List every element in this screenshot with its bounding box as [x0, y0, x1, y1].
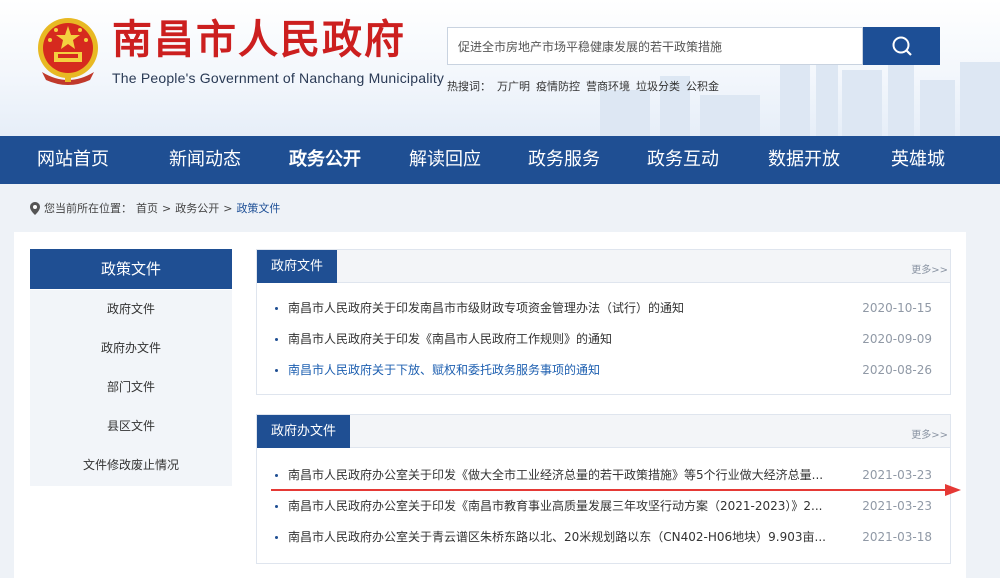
location-pin-icon [30, 201, 40, 215]
sidebar-item-county-documents[interactable]: 县区文件 [30, 407, 232, 446]
search-button[interactable] [863, 27, 940, 65]
breadcrumb-prefix: 您当前所在位置： [44, 202, 132, 215]
nav-item-home[interactable]: 网站首页 [0, 136, 146, 184]
breadcrumb-separator: > [223, 201, 233, 215]
panel-tab[interactable]: 政府文件 [257, 250, 338, 283]
breadcrumb-home[interactable]: 首页 [136, 200, 158, 216]
search-icon [892, 36, 912, 56]
sidebar-item-amendments[interactable]: 文件修改废止情况 [30, 446, 232, 485]
site-subtitle: The People's Government of Nanchang Muni… [112, 70, 445, 86]
sidebar-menu: 政府文件 政府办文件 部门文件 县区文件 文件修改废止情况 [30, 290, 232, 486]
hot-word-link[interactable]: 垃圾分类 [636, 78, 680, 94]
document-date: 2020-10-15 [862, 301, 932, 315]
bullet-icon [275, 474, 278, 477]
bullet-icon [275, 536, 278, 539]
sidebar-item-office-documents[interactable]: 政府办文件 [30, 329, 232, 368]
panel-tab[interactable]: 政府办文件 [257, 415, 351, 448]
hot-word-link[interactable]: 营商环境 [586, 78, 630, 94]
document-date: 2021-03-18 [862, 530, 932, 544]
panel-header: 政府文件 更多>> [257, 250, 950, 283]
main-nav: 网站首页 新闻动态 政务公开 解读回应 政务服务 政务互动 数据开放 英雄城 [0, 136, 1000, 184]
hot-search-words: 热搜词： 万广明 疫情防控 营商环境 垃圾分类 公积金 [447, 78, 719, 94]
breadcrumb: 您当前所在位置： 首页 > 政务公开 > 政策文件 [30, 200, 280, 216]
nav-item-services[interactable]: 政务服务 [504, 136, 624, 184]
sidebar-item-gov-documents[interactable]: 政府文件 [30, 290, 232, 329]
hot-word-link[interactable]: 万广明 [497, 78, 530, 94]
nav-item-news[interactable]: 新闻动态 [146, 136, 264, 184]
list-item: 南昌市人民政府办公室关于青云谱区朱桥东路以北、20米规划路以东（CN402-H0… [257, 522, 950, 553]
document-date: 2020-09-09 [862, 332, 932, 346]
document-link[interactable]: 南昌市人民政府关于印发南昌市市级财政专项资金管理办法（试行）的通知 [288, 293, 858, 324]
document-link[interactable]: 南昌市人民政府关于下放、赋权和委托政务服务事项的通知 [288, 355, 858, 386]
bullet-icon [275, 338, 278, 341]
sidebar-title: 政策文件 [30, 249, 232, 289]
hot-word-link[interactable]: 疫情防控 [536, 78, 580, 94]
more-link[interactable]: 更多>> [911, 261, 948, 276]
bullet-icon [275, 505, 278, 508]
red-arrow-annotation [271, 484, 961, 496]
search-input[interactable] [447, 27, 863, 65]
hot-word-link[interactable]: 公积金 [686, 78, 719, 94]
site-title: 南昌市人民政府 [112, 17, 406, 63]
document-date: 2020-08-26 [862, 363, 932, 377]
sidebar-item-department-documents[interactable]: 部门文件 [30, 368, 232, 407]
document-link[interactable]: 南昌市人民政府办公室关于青云谱区朱桥东路以北、20米规划路以东（CN402-H0… [288, 522, 858, 553]
gov-documents-panel: 政府文件 更多>> 南昌市人民政府关于印发南昌市市级财政专项资金管理办法（试行）… [256, 249, 951, 395]
list-item: 南昌市人民政府关于印发南昌市市级财政专项资金管理办法（试行）的通知 2020-1… [257, 293, 950, 324]
nav-item-interpretation[interactable]: 解读回应 [386, 136, 504, 184]
document-link[interactable]: 南昌市人民政府关于印发《南昌市人民政府工作规则》的通知 [288, 324, 858, 355]
more-link[interactable]: 更多>> [911, 426, 948, 441]
breadcrumb-gov-affairs[interactable]: 政务公开 [175, 200, 219, 216]
national-emblem-icon [38, 18, 98, 85]
hot-search-label: 热搜词： [447, 80, 491, 93]
list-item: 南昌市人民政府关于印发《南昌市人民政府工作规则》的通知 2020-09-09 [257, 324, 950, 355]
nav-item-gov-affairs[interactable]: 政务公开 [264, 136, 386, 184]
nav-item-open-data[interactable]: 数据开放 [742, 136, 866, 184]
breadcrumb-current[interactable]: 政策文件 [236, 200, 280, 216]
nav-item-hero-city[interactable]: 英雄城 [866, 136, 970, 184]
breadcrumb-separator: > [162, 201, 172, 215]
panel-header: 政府办文件 更多>> [257, 415, 950, 448]
list-item: 南昌市人民政府关于下放、赋权和委托政务服务事项的通知 2020-08-26 [257, 355, 950, 386]
site-header: 南昌市人民政府 The People's Government of Nanch… [0, 0, 1000, 136]
bullet-icon [275, 307, 278, 310]
bullet-icon [275, 369, 278, 372]
nav-item-interaction[interactable]: 政务互动 [624, 136, 742, 184]
